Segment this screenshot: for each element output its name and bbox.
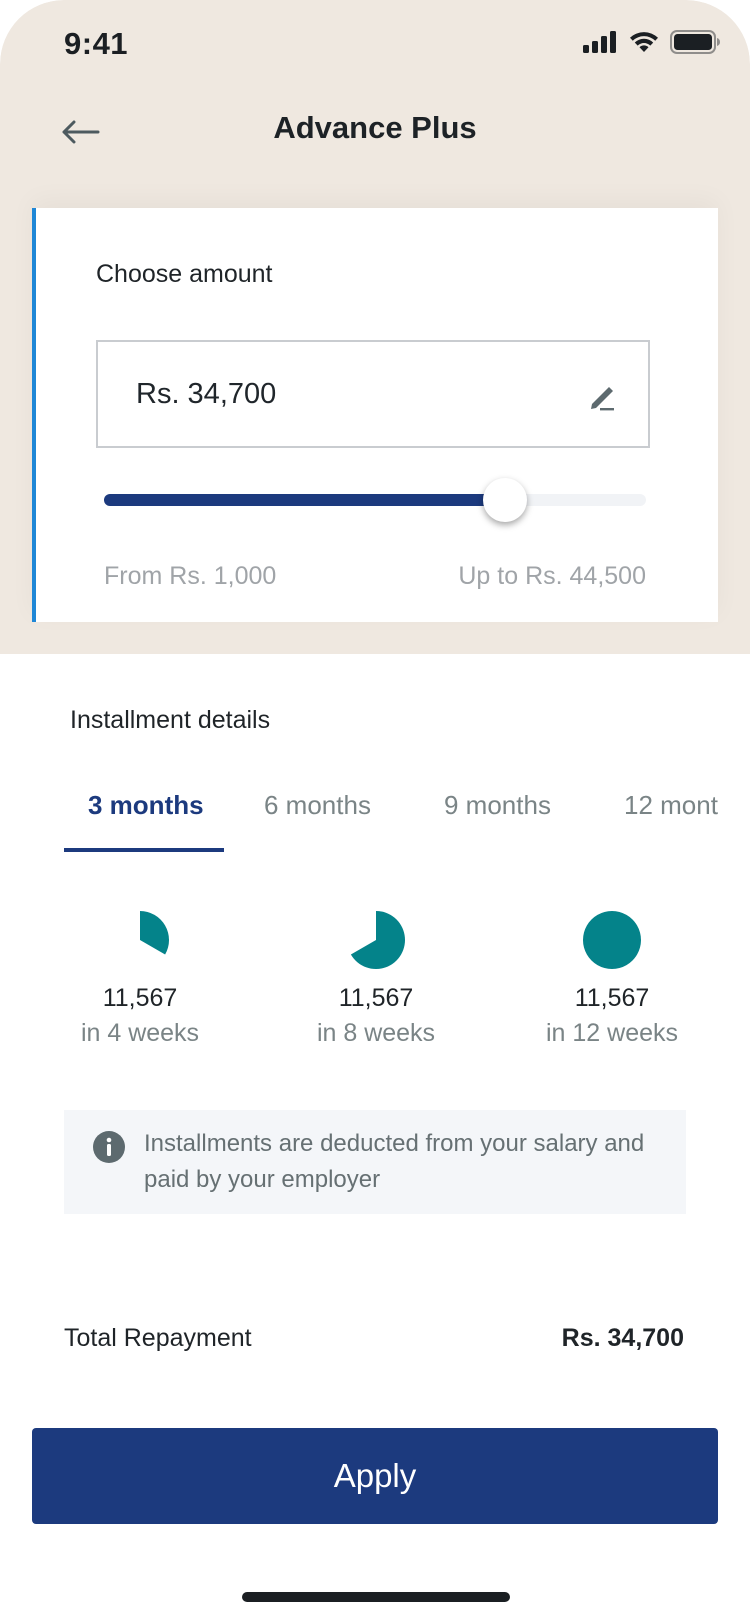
- edit-pencil-icon: [591, 387, 614, 411]
- range-min-label: From Rs. 1,000: [104, 562, 277, 590]
- installment-details-title: Installment details: [70, 706, 271, 734]
- installment-amount: 11,567: [102, 984, 178, 1012]
- tab-9-months[interactable]: 9 months: [444, 790, 551, 821]
- installment-item: 11,567 in 8 weeks: [266, 910, 486, 1048]
- installment-progress-pie: [582, 911, 641, 969]
- installment-progress-pie: [140, 911, 169, 955]
- amount-input[interactable]: Rs. 34,700: [96, 340, 650, 448]
- amount-slider-track[interactable]: [104, 494, 646, 506]
- amount-slider-fill: [104, 494, 505, 506]
- app-screen: 9:41 Advance Plus Choose amount Rs. 34,7…: [0, 0, 750, 1624]
- active-tab-indicator: [64, 848, 224, 852]
- installment-item: 11,567 in 4 weeks: [30, 910, 250, 1048]
- amount-slider-thumb[interactable]: [483, 478, 527, 522]
- duration-tabs: 3 months 6 months 9 months 12 mont: [64, 790, 750, 852]
- pie-slice: [140, 911, 169, 955]
- installment-progress-pie: [350, 911, 406, 969]
- tab-12-months[interactable]: 12 mont: [624, 790, 718, 821]
- choose-amount-label: Choose amount: [96, 260, 273, 288]
- info-icon: [93, 1131, 125, 1163]
- info-text: Installments are deducted from your sala…: [144, 1130, 645, 1193]
- range-max-label: Up to Rs. 44,500: [458, 562, 646, 590]
- installment-schedule: 11,567 in 4 weeks 11,567 in 8 weeks 11,5…: [0, 910, 750, 1060]
- home-indicator: [242, 1592, 510, 1602]
- tab-3-months[interactable]: 3 months: [88, 790, 204, 821]
- installment-due: in 12 weeks: [545, 1019, 679, 1047]
- installment-due: in 4 weeks: [80, 1019, 200, 1047]
- info-banner: Installments are deducted from your sala…: [64, 1110, 686, 1214]
- edit-amount-button[interactable]: [586, 378, 622, 414]
- apply-button[interactable]: Apply: [32, 1428, 718, 1524]
- amount-card: Choose amount Rs. 34,700 From Rs. 1,000 …: [32, 208, 718, 622]
- installment-item: 11,567 in 12 weeks: [502, 910, 722, 1048]
- installment-amount: 11,567: [338, 984, 414, 1012]
- wifi-icon: [630, 32, 658, 52]
- tab-6-months[interactable]: 6 months: [264, 790, 371, 821]
- total-repayment-label: Total Repayment: [64, 1324, 252, 1352]
- installment-amount: 11,567: [574, 984, 650, 1012]
- battery-icon: [670, 30, 720, 54]
- signal-icon: [583, 31, 616, 53]
- page-title: Advance Plus: [273, 110, 477, 145]
- installment-due: in 8 weeks: [316, 1019, 436, 1047]
- status-time: 9:41: [64, 26, 129, 61]
- status-icons: [582, 30, 720, 54]
- pie-slice: [582, 911, 641, 969]
- total-repayment-value: Rs. 34,700: [561, 1324, 684, 1352]
- amount-value: Rs. 34,700: [136, 378, 277, 410]
- pie-slice: [350, 911, 406, 969]
